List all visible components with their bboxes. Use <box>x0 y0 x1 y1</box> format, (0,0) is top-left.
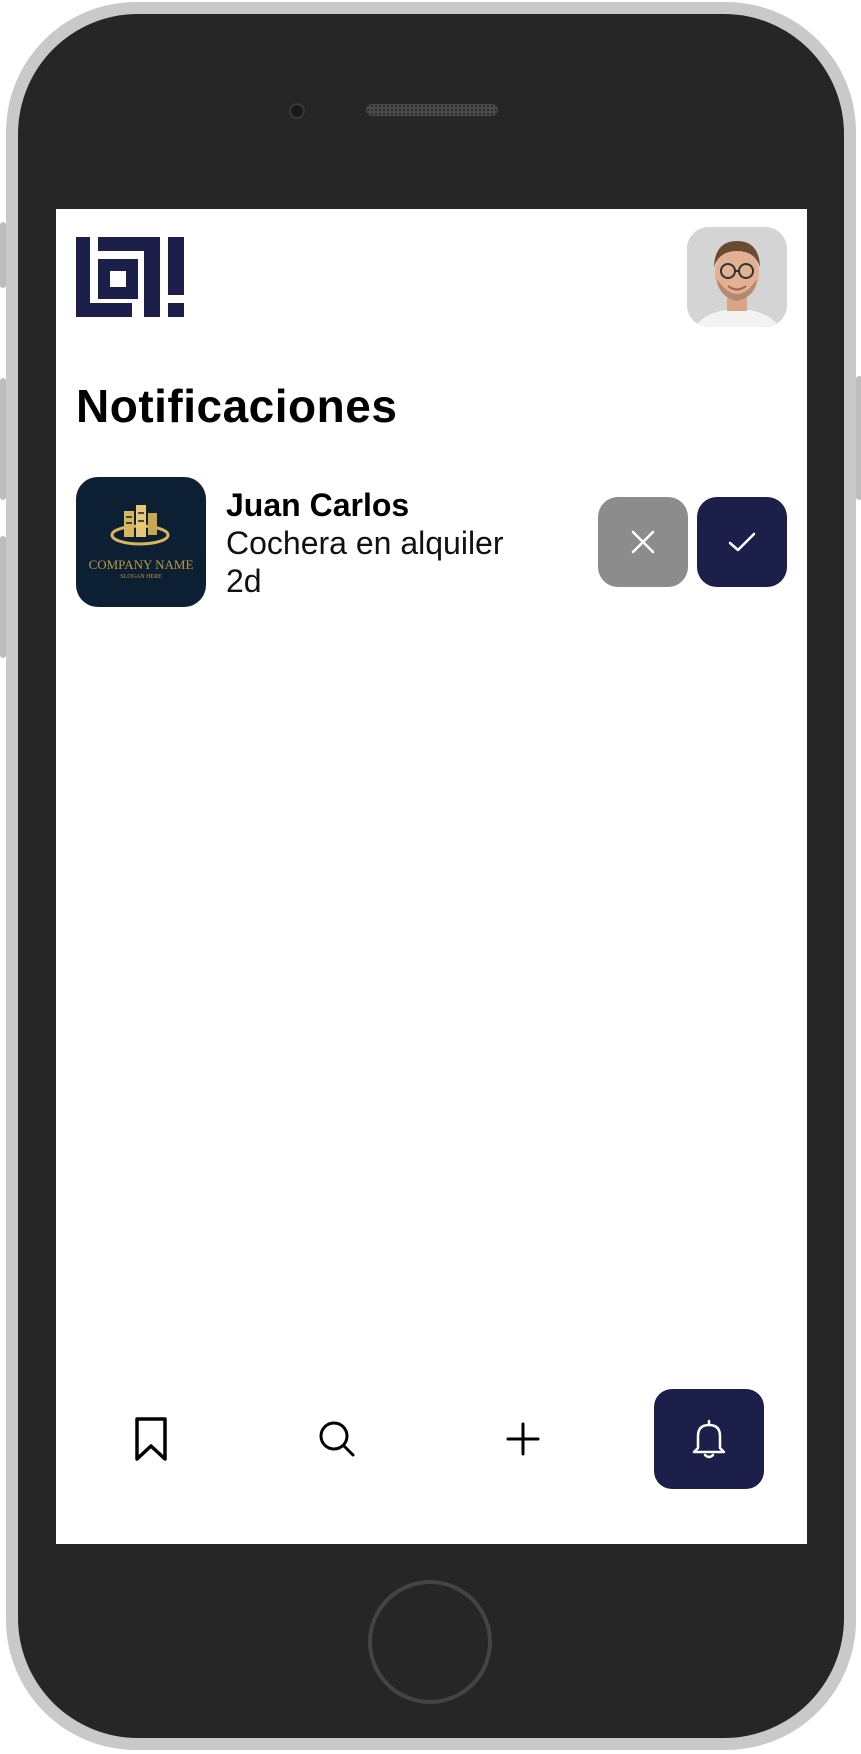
page-title: Notificaciones <box>76 380 398 432</box>
home-button[interactable] <box>368 1580 492 1704</box>
bookmark-icon <box>135 1417 167 1461</box>
close-icon <box>631 530 655 554</box>
building-icon <box>110 505 170 546</box>
power-button <box>856 376 861 500</box>
loti-logo-icon[interactable] <box>76 237 188 317</box>
nav-search[interactable] <box>282 1389 392 1489</box>
accept-button[interactable] <box>697 497 787 587</box>
nav-add[interactable] <box>468 1389 578 1489</box>
nav-notifications[interactable] <box>654 1389 764 1489</box>
thumbnail-slogan: SLOGAN HERE <box>120 574 162 580</box>
company-logo-thumbnail: COMPANY NAME SLOGAN HERE <box>76 477 206 607</box>
notification-sender-name: Juan Carlos <box>226 487 410 523</box>
notification-item[interactable]: COMPANY NAME SLOGAN HERE Juan Carlos Coc… <box>76 477 787 607</box>
user-avatar[interactable] <box>687 227 787 327</box>
nav-bookmarks[interactable] <box>96 1389 206 1489</box>
front-camera <box>289 103 305 119</box>
bell-icon <box>692 1419 726 1459</box>
volume-down-button <box>0 536 6 658</box>
check-icon <box>728 532 756 552</box>
notification-message: Cochera en alquiler <box>226 525 504 561</box>
plus-icon <box>506 1422 540 1456</box>
app-screen: Notificaciones COMPANY NAME SLOGAN HERE … <box>56 209 807 1544</box>
search-icon <box>319 1421 355 1457</box>
notification-time: 2d <box>226 563 262 599</box>
bottom-nav <box>56 1389 807 1499</box>
reject-button[interactable] <box>598 497 688 587</box>
thumbnail-company-name: COMPANY NAME <box>88 557 194 572</box>
mute-switch <box>0 222 6 288</box>
earpiece-speaker <box>366 104 498 116</box>
volume-up-button <box>0 378 6 500</box>
